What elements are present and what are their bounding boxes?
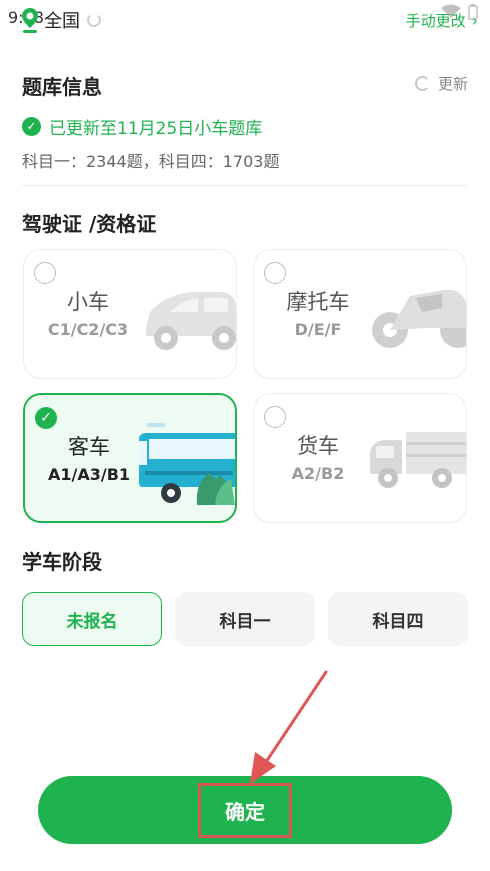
location-selector[interactable]: 全国 (20, 6, 80, 34)
bus-icon (139, 423, 235, 505)
card-name: 小车 (67, 290, 109, 314)
refresh-button[interactable]: 更新 (414, 73, 468, 94)
license-card-car[interactable]: 小车 C1/C2/C3 (23, 249, 237, 379)
truck-icon (370, 432, 466, 488)
manual-change-label: 手动更改 (405, 12, 466, 30)
radio-icon[interactable] (34, 262, 56, 284)
update-status: ✓ 已更新至11月25日小车题库 (22, 114, 262, 139)
location-pin-icon (22, 8, 38, 33)
card-codes: C1/C2/C3 (47, 320, 129, 339)
car-icon (146, 292, 236, 350)
chevron-right-icon: › (471, 11, 478, 30)
card-name: 货车 (297, 434, 339, 458)
card-codes: A1/A3/B1 (47, 465, 131, 484)
radio-icon[interactable] (264, 406, 286, 428)
card-codes: A2/B2 (291, 464, 345, 483)
check-circle-icon: ✓ (22, 117, 41, 136)
divider (22, 185, 468, 186)
card-name: 客车 (68, 435, 110, 459)
confirm-button[interactable]: 确定 (38, 776, 452, 844)
motorcycle-icon (372, 289, 466, 348)
confirm-label: 确定 (198, 782, 292, 838)
top-bar: 9:28 全国 手动更改 › (0, 0, 490, 44)
location-label: 全国 (44, 11, 80, 32)
radio-icon[interactable] (264, 262, 286, 284)
license-card-motorcycle[interactable]: 摩托车 D/E/F (253, 249, 467, 379)
bank-info-title: 题库信息 (22, 75, 102, 99)
stage-option-subject-four[interactable]: 科目四 (328, 592, 468, 646)
loading-spinner-icon (87, 13, 101, 27)
manual-change-link[interactable]: 手动更改 › (406, 10, 478, 31)
update-status-text: 已更新至11月25日小车题库 (49, 119, 263, 139)
refresh-label: 更新 (437, 75, 468, 93)
license-card-bus[interactable]: ✓ 客车 A1/A3/B1 (23, 393, 237, 523)
refresh-icon (414, 76, 430, 91)
stage-option-subject-one[interactable]: 科目一 (175, 592, 315, 646)
card-name: 摩托车 (286, 290, 350, 314)
stage-title: 学车阶段 (22, 550, 102, 574)
card-codes: D/E/F (294, 320, 342, 339)
stage-option-unregistered[interactable]: 未报名 (22, 592, 162, 646)
checked-radio-icon[interactable]: ✓ (35, 407, 57, 429)
question-counts: 科目一：2344题，科目四：1703题 (22, 152, 280, 171)
license-card-truck[interactable]: 货车 A2/B2 (253, 393, 467, 523)
license-title: 驾驶证 /资格证 (22, 212, 157, 236)
